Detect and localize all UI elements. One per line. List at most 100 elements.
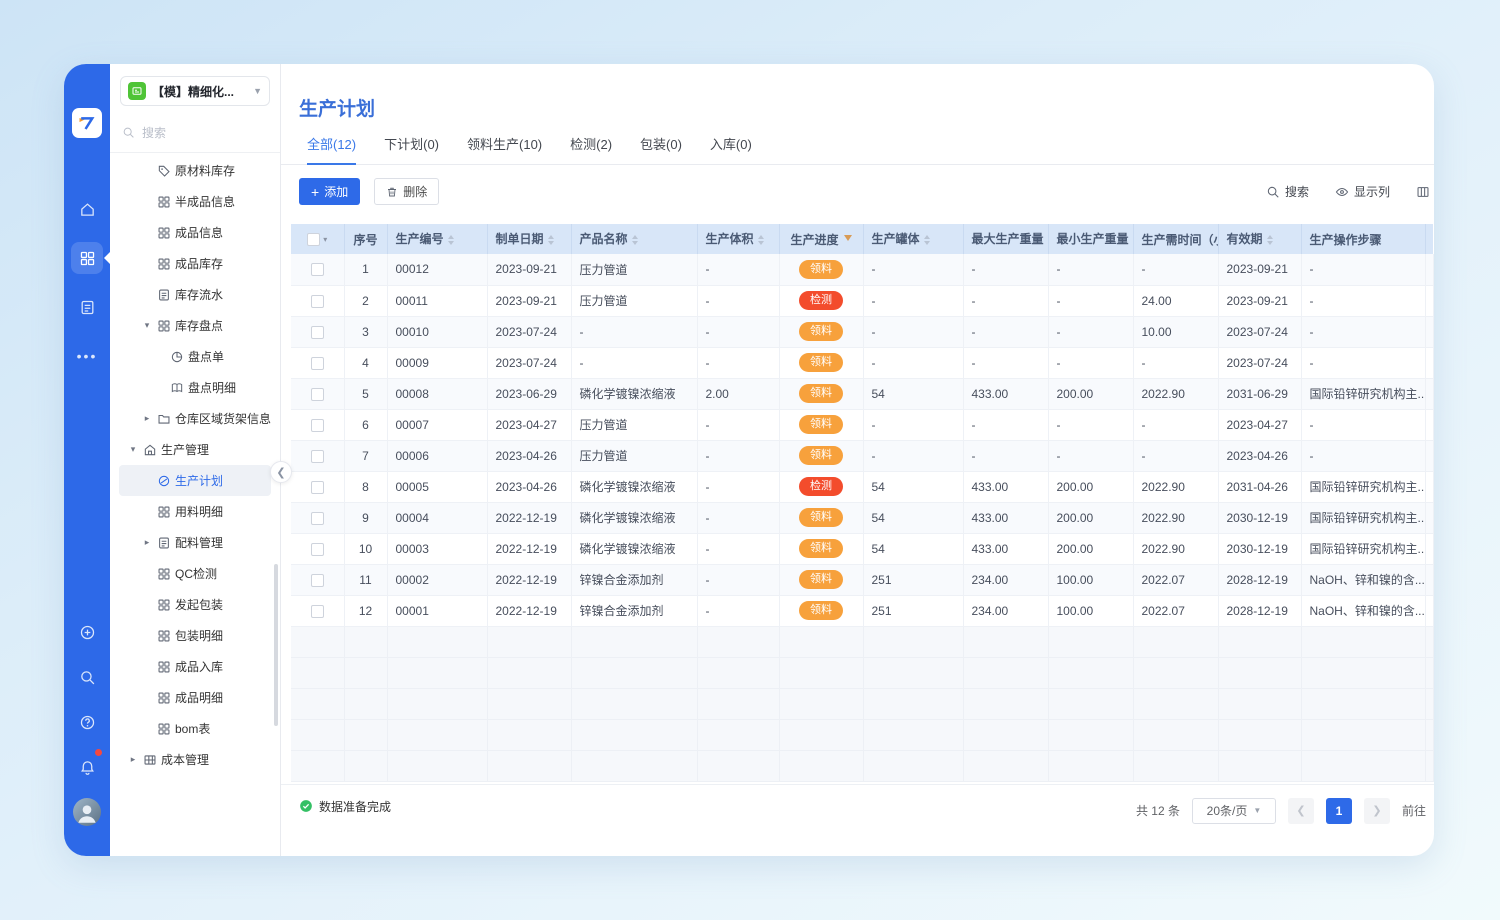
prev-page-button[interactable]: ❮: [1288, 798, 1314, 824]
table-row[interactable]: 11000022022-12-19锌镍合金添加剂-领料251234.00100.…: [291, 564, 1433, 595]
filter-icon[interactable]: [844, 235, 852, 245]
column-header-maxw[interactable]: 最大生产重量: [963, 224, 1048, 254]
table-search-button[interactable]: 搜索: [1266, 183, 1309, 200]
tab-0[interactable]: 全部(12): [307, 134, 356, 164]
table-row[interactable]: 7000062023-04-26压力管道-领料----2023-04-26-: [291, 440, 1433, 471]
sidebar-item-包装明细[interactable]: 包装明细: [119, 620, 271, 651]
workspace-selector[interactable]: 【模】精细化... ▼: [120, 76, 270, 106]
delete-button[interactable]: 删除: [374, 178, 439, 205]
column-header-product[interactable]: 产品名称: [571, 224, 697, 254]
table-row[interactable]: 3000102023-07-24--领料---10.002023-07-24-: [291, 316, 1433, 347]
sidebar-item-半成品信息[interactable]: 半成品信息: [119, 186, 271, 217]
row-checkbox[interactable]: [311, 605, 324, 618]
table-row[interactable]: 10000032022-12-19磷化学镀镍浓缩液-领料54433.00200.…: [291, 533, 1433, 564]
column-header-cbx[interactable]: ▾: [291, 224, 344, 254]
caret-right-icon[interactable]: ▸: [141, 413, 153, 424]
tab-4[interactable]: 包装(0): [640, 134, 682, 164]
row-checkbox[interactable]: [311, 512, 324, 525]
column-header-date[interactable]: 制单日期: [487, 224, 571, 254]
table-row[interactable]: 4000092023-07-24--领料----2023-07-24-: [291, 347, 1433, 378]
row-checkbox[interactable]: [311, 326, 324, 339]
row-checkbox[interactable]: [311, 388, 324, 401]
table-row[interactable]: 12000012022-12-19锌镍合金添加剂-领料251234.00100.…: [291, 595, 1433, 626]
help-icon[interactable]: [73, 708, 101, 736]
column-header-tank[interactable]: 生产罐体: [863, 224, 963, 254]
sidebar-item-库存流水[interactable]: 库存流水: [119, 279, 271, 310]
sidebar-item-用料明细[interactable]: 用料明细: [119, 496, 271, 527]
table-row[interactable]: 5000082023-06-29磷化学镀镍浓缩液2.00领料54433.0020…: [291, 378, 1433, 409]
page-number[interactable]: 1: [1326, 798, 1352, 824]
sidebar-item-生产管理[interactable]: ▾生产管理: [119, 434, 271, 465]
cell-expiry: 2030-12-19: [1218, 502, 1301, 533]
page-size-select[interactable]: 20条/页 ▼: [1192, 798, 1276, 824]
sort-icon[interactable]: [758, 232, 764, 248]
sidebar-item-原材料库存[interactable]: 原材料库存: [119, 155, 271, 186]
sidebar-item-成品明细[interactable]: 成品明细: [119, 682, 271, 713]
next-page-button[interactable]: ❯: [1364, 798, 1390, 824]
home-icon[interactable]: [71, 193, 103, 225]
sort-icon[interactable]: [448, 232, 454, 248]
column-header-code[interactable]: 生产编号: [387, 224, 487, 254]
column-header-expiry[interactable]: 有效期: [1218, 224, 1301, 254]
sidebar-item-盘点明细[interactable]: 盘点明细: [119, 372, 271, 403]
plus-icon[interactable]: [73, 618, 101, 646]
row-checkbox[interactable]: [311, 295, 324, 308]
row-checkbox[interactable]: [311, 263, 324, 276]
row-checkbox[interactable]: [311, 543, 324, 556]
table-row[interactable]: 1000122023-09-21压力管道-领料----2023-09-21-: [291, 254, 1433, 285]
row-checkbox[interactable]: [311, 419, 324, 432]
table-row[interactable]: 8000052023-04-26磷化学镀镍浓缩液-检测54433.00200.0…: [291, 471, 1433, 502]
search-icon[interactable]: [73, 663, 101, 691]
row-checkbox[interactable]: [311, 574, 324, 587]
sidebar-item-配料管理[interactable]: ▸配料管理: [119, 527, 271, 558]
chevron-down-icon[interactable]: ▾: [323, 235, 327, 244]
table-row[interactable]: 6000072023-04-27压力管道-领料----2023-04-27-: [291, 409, 1433, 440]
page-title: 生产计划: [299, 94, 1434, 121]
avatar[interactable]: [73, 798, 101, 826]
sidebar-item-QC检测[interactable]: QC检测: [119, 558, 271, 589]
sort-icon[interactable]: [1267, 232, 1273, 248]
sort-icon[interactable]: [632, 232, 638, 248]
sidebar-item-盘点单[interactable]: 盘点单: [119, 341, 271, 372]
sidebar-item-成品入库[interactable]: 成品入库: [119, 651, 271, 682]
more-icon[interactable]: •••: [71, 340, 103, 372]
row-checkbox[interactable]: [311, 357, 324, 370]
sidebar-item-成品库存[interactable]: 成品库存: [119, 248, 271, 279]
apps-icon[interactable]: [71, 242, 103, 274]
sidebar-item-bom表[interactable]: bom表: [119, 713, 271, 744]
form-icon[interactable]: [71, 291, 103, 323]
row-checkbox[interactable]: [311, 481, 324, 494]
show-columns-button[interactable]: 显示列: [1335, 183, 1390, 200]
nav-scrollbar[interactable]: [274, 564, 278, 726]
row-checkbox[interactable]: [311, 450, 324, 463]
table-row[interactable]: 9000042022-12-19磷化学镀镍浓缩液-领料54433.00200.0…: [291, 502, 1433, 533]
tab-3[interactable]: 检测(2): [570, 134, 612, 164]
sidebar-item-仓库区域货架信息[interactable]: ▸仓库区域货架信息: [119, 403, 271, 434]
tab-2[interactable]: 领料生产(10): [467, 134, 542, 164]
cell-steps: -: [1301, 254, 1425, 285]
nav-search-input[interactable]: 搜索: [122, 121, 268, 143]
sort-icon[interactable]: [924, 232, 930, 248]
sort-icon[interactable]: [548, 232, 554, 248]
tab-5[interactable]: 入库(0): [710, 134, 752, 164]
select-all-checkbox[interactable]: [307, 233, 320, 246]
clipped-toolbar-button[interactable]: [1416, 185, 1434, 199]
app-logo[interactable]: [72, 108, 102, 138]
table-row[interactable]: 2000112023-09-21压力管道-检测---24.002023-09-2…: [291, 285, 1433, 316]
sidebar-item-成本管理[interactable]: ▸成本管理: [119, 744, 271, 775]
add-button[interactable]: + 添加: [299, 178, 360, 205]
caret-down-icon[interactable]: ▾: [141, 320, 153, 331]
tab-1[interactable]: 下计划(0): [384, 134, 439, 164]
sidebar-item-生产计划[interactable]: 生产计划: [119, 465, 271, 496]
caret-right-icon[interactable]: ▸: [127, 754, 139, 765]
caret-down-icon[interactable]: ▾: [127, 444, 139, 455]
column-header-minw[interactable]: 最小生产重量: [1048, 224, 1133, 254]
sidebar-collapse-button[interactable]: ❮: [270, 461, 292, 483]
sidebar-item-成品信息[interactable]: 成品信息: [119, 217, 271, 248]
column-header-status[interactable]: 生产进度: [779, 224, 863, 254]
bell-icon[interactable]: [73, 753, 101, 781]
sidebar-item-发起包装[interactable]: 发起包装: [119, 589, 271, 620]
column-header-volume[interactable]: 生产体积: [697, 224, 779, 254]
caret-right-icon[interactable]: ▸: [141, 537, 153, 548]
sidebar-item-库存盘点[interactable]: ▾库存盘点: [119, 310, 271, 341]
